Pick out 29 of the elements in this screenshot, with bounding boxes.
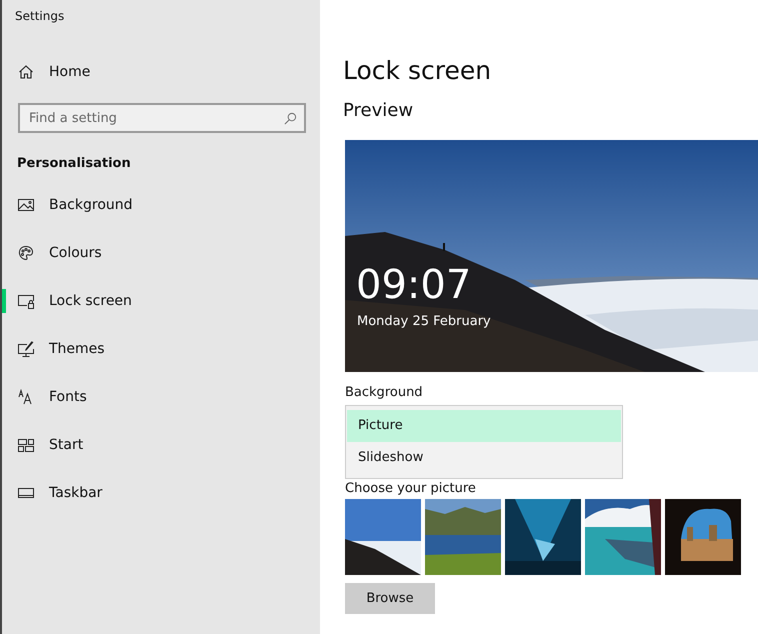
field-label: Choose your picture [345, 481, 477, 497]
nav-item[interactable]: Taskbar [2, 469, 320, 517]
home-link[interactable]: Home [49, 64, 90, 80]
section-heading: Personalisation [16, 155, 132, 173]
field-label: Background [345, 384, 424, 401]
home-icon [18, 64, 34, 80]
nav-item[interactable]: Background [2, 181, 320, 229]
clock-time: 09:07 [356, 262, 472, 308]
section-heading: Preview [343, 99, 414, 123]
letters-icon [18, 389, 34, 405]
nav-item[interactable]: Fonts [2, 373, 320, 421]
search-field[interactable]: Find a setting [18, 103, 306, 133]
screen-lock-icon [18, 293, 34, 309]
taskbar-icon [18, 485, 34, 501]
dropdown-option[interactable]: Slideshow [347, 442, 621, 474]
page-title: Lock screen [343, 55, 492, 87]
nav-item[interactable]: Start [2, 421, 320, 469]
nav-item[interactable]: Lock screen [2, 277, 320, 325]
nav-item[interactable]: Themes [2, 325, 320, 373]
window-title: Settings [14, 8, 66, 25]
nav-item[interactable]: Colours [2, 229, 320, 277]
clock-date: Monday 25 February [357, 314, 491, 329]
palette-icon [18, 245, 34, 261]
search-icon [284, 112, 297, 125]
dropdown-option[interactable]: Picture [347, 410, 621, 442]
monitor-brush-icon [18, 341, 34, 357]
picture-frame-icon [18, 197, 34, 213]
browse-button[interactable]: Browse [345, 583, 435, 614]
tiles-icon [18, 437, 34, 453]
